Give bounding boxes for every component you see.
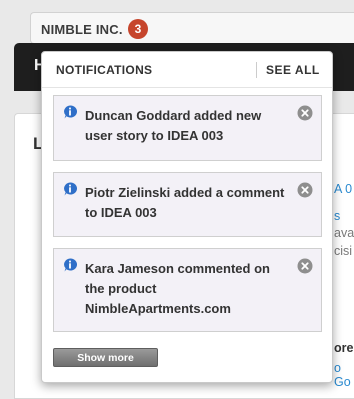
- top-bar: NIMBLE INC. 3: [30, 12, 354, 44]
- background-heading-fragment: ore: [334, 341, 354, 355]
- close-icon[interactable]: [297, 258, 313, 274]
- background-link-fragment[interactable]: A 0: [334, 182, 352, 196]
- notification-count-badge[interactable]: 3: [128, 19, 148, 39]
- background-text-fragment: cisi: [334, 244, 353, 258]
- notification-item[interactable]: Piotr Zielinski added a comment to IDEA …: [53, 172, 322, 237]
- notifications-title: NOTIFICATIONS: [56, 63, 153, 77]
- show-more-button[interactable]: Show more: [53, 348, 158, 367]
- notification-text: Kara Jameson commented on the product Ni…: [85, 261, 270, 316]
- background-text-fragment: ava: [334, 226, 354, 240]
- header-divider: [256, 62, 257, 78]
- close-icon[interactable]: [297, 182, 313, 198]
- see-all-link[interactable]: SEE ALL: [266, 63, 320, 77]
- notification-text: Piotr Zielinski added a comment to IDEA …: [85, 185, 285, 220]
- background-link-fragment[interactable]: o Go: [334, 361, 354, 389]
- close-icon[interactable]: [297, 105, 313, 121]
- info-icon: [64, 105, 77, 119]
- notification-text: Duncan Goddard added new user story to I…: [85, 108, 262, 143]
- notifications-header: NOTIFICATIONS SEE ALL: [42, 52, 332, 88]
- notification-item[interactable]: Kara Jameson commented on the product Ni…: [53, 248, 322, 332]
- background-link-fragment[interactable]: s: [334, 209, 340, 223]
- notification-item[interactable]: Duncan Goddard added new user story to I…: [53, 95, 322, 161]
- company-name[interactable]: NIMBLE INC.: [41, 22, 123, 37]
- info-icon: [64, 182, 77, 196]
- info-icon: [64, 258, 77, 272]
- notifications-popover: NOTIFICATIONS SEE ALL Duncan Goddard add…: [41, 51, 333, 383]
